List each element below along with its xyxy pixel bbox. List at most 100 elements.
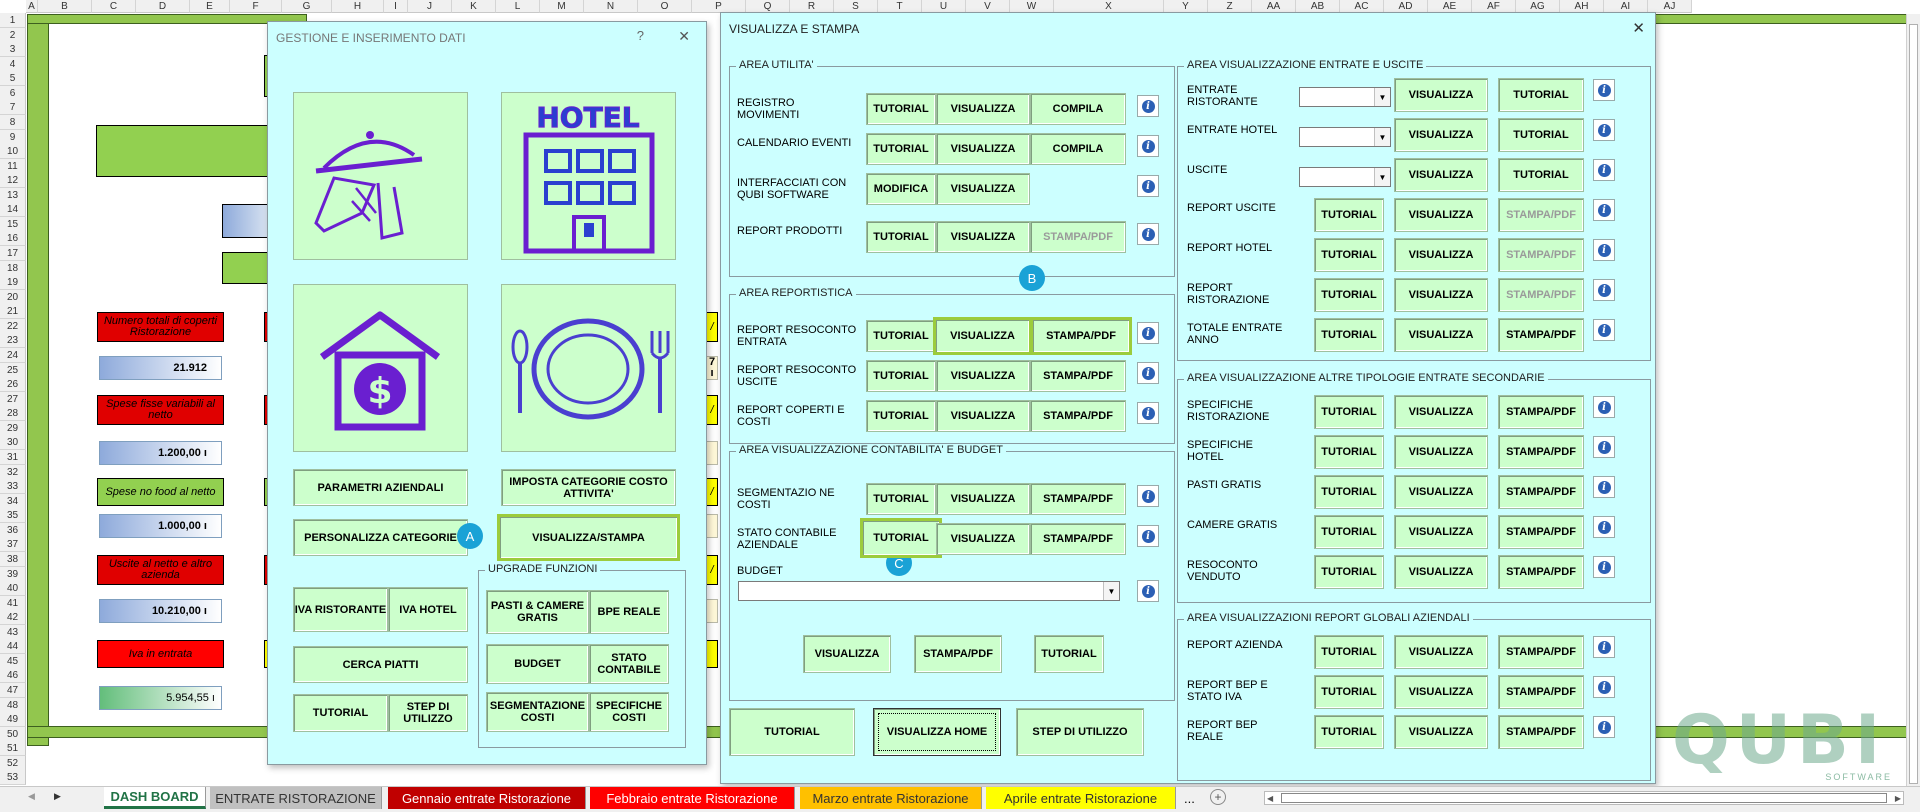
interfacciati-con-qubi-software-modifica-button[interactable]: MODIFICA xyxy=(866,173,936,205)
sheet-cell-uscite-value[interactable]: 10.210,00 ı xyxy=(99,599,222,623)
left-tutorial-button[interactable]: TUTORIAL xyxy=(293,694,388,732)
row-header[interactable]: 26 xyxy=(0,377,26,392)
sheet-tab-gennaio[interactable]: Gennaio entrate Ristorazione xyxy=(388,787,586,809)
sheet-tab-entrate-ristorazione[interactable]: ENTRATE RISTORAZIONE xyxy=(210,787,382,809)
stato-contabile-aziendale-stampa-pdf-button[interactable]: STAMPA/PDF xyxy=(1030,523,1126,555)
cerca-piatti-button[interactable]: CERCA PIATTI xyxy=(293,646,468,683)
column-header[interactable]: J xyxy=(408,0,452,13)
row-header[interactable]: 13 xyxy=(0,188,26,203)
column-header[interactable]: K xyxy=(452,0,496,13)
report-coperti-e-costi-visualizza-button[interactable]: VISUALIZZA xyxy=(936,400,1030,432)
pasti-gratis-stampa-button[interactable]: STAMPA/PDF xyxy=(1498,475,1584,509)
row-header[interactable]: 52 xyxy=(0,756,26,771)
stato-contabile-aziendale-visualizza-button[interactable]: VISUALIZZA xyxy=(936,523,1030,555)
entrate-hotel-tutorial-button[interactable]: TUTORIAL xyxy=(1498,118,1584,152)
row-header[interactable]: 53 xyxy=(0,770,26,785)
specifiche-hotel-info-button[interactable]: i xyxy=(1593,436,1615,458)
row-header[interactable]: 6 xyxy=(0,86,26,101)
calendario-eventi-info-button[interactable]: i xyxy=(1137,135,1159,157)
row-header[interactable]: 48 xyxy=(0,698,26,713)
specifiche-hotel-visualizza-button[interactable]: VISUALIZZA xyxy=(1394,435,1488,469)
report-coperti-e-costi-stampa-pdf-button[interactable]: STAMPA/PDF xyxy=(1030,400,1126,432)
row-header[interactable]: 43 xyxy=(0,625,26,640)
report-bep-e-stato-iva-stampa-button[interactable]: STAMPA/PDF xyxy=(1498,675,1584,709)
camere-gratis-tutorial-button[interactable]: TUTORIAL xyxy=(1314,515,1384,549)
add-sheet-button[interactable]: + xyxy=(1210,789,1226,805)
sheet-cell-coperti-label[interactable]: Numero totali di coperti Ristorazione xyxy=(97,312,224,342)
specifiche-costi-button[interactable]: SPECIFICHE COSTI xyxy=(589,692,669,732)
row-header[interactable]: 29 xyxy=(0,421,26,436)
entrate-ristorante-tutorial-button[interactable]: TUTORIAL xyxy=(1498,78,1584,112)
resoconto-venduto-info-button[interactable]: i xyxy=(1593,556,1615,578)
report-azienda-tutorial-button[interactable]: TUTORIAL xyxy=(1314,635,1384,669)
entrate-ristorante-visualizza-button[interactable]: VISUALIZZA xyxy=(1394,78,1488,112)
chevron-down-icon[interactable]: ▼ xyxy=(1374,168,1390,186)
column-header[interactable]: G xyxy=(282,0,332,13)
finance-tile-button[interactable]: $ xyxy=(293,284,468,452)
row-header[interactable]: 27 xyxy=(0,392,26,407)
pasti-gratis-visualizza-button[interactable]: VISUALIZZA xyxy=(1394,475,1488,509)
row-header[interactable]: 49 xyxy=(0,712,26,727)
camere-gratis-visualizza-button[interactable]: VISUALIZZA xyxy=(1394,515,1488,549)
registro-movimenti-visualizza-button[interactable]: VISUALIZZA xyxy=(936,93,1030,125)
row-header[interactable]: 45 xyxy=(0,654,26,669)
imposta-categorie-button[interactable]: IMPOSTA CATEGORIE COSTO ATTIVITA' xyxy=(501,469,676,506)
row-header[interactable]: 2 xyxy=(0,28,26,43)
segmentazione-costi-button[interactable]: SEGMENTAZIONE COSTI xyxy=(486,692,589,732)
totale-entrate-anno-tutorial-button[interactable]: TUTORIAL xyxy=(1314,318,1384,352)
iva-ristorante-button[interactable]: IVA RISTORANTE xyxy=(293,587,388,632)
row-header[interactable]: 23 xyxy=(0,333,26,348)
row-header[interactable]: 16 xyxy=(0,231,26,246)
report-coperti-e-costi-tutorial-button[interactable]: TUTORIAL xyxy=(866,400,936,432)
row-header[interactable]: 51 xyxy=(0,741,26,756)
row-header[interactable]: 35 xyxy=(0,508,26,523)
report-ristorazione-visualizza-button[interactable]: VISUALIZZA xyxy=(1394,278,1488,312)
entrate-ristorante-info-button[interactable]: i xyxy=(1593,79,1615,101)
sheet-cell-iva-value[interactable]: 5.954,55 ı xyxy=(99,686,222,710)
pasti-camere-gratis-button[interactable]: PASTI & CAMERE GRATIS xyxy=(486,590,589,634)
row-header[interactable]: 44 xyxy=(0,639,26,654)
row-header[interactable]: 33 xyxy=(0,479,26,494)
column-header[interactable]: H xyxy=(332,0,384,13)
specifiche-ristorazione-tutorial-button[interactable]: TUTORIAL xyxy=(1314,395,1384,429)
report-uscite-info-button[interactable]: i xyxy=(1593,199,1615,221)
column-header[interactable]: O xyxy=(638,0,692,13)
report-azienda-info-button[interactable]: i xyxy=(1593,636,1615,658)
row-header[interactable]: 14 xyxy=(0,202,26,217)
report-prodotti-stampa-pdf-button[interactable]: STAMPA/PDF xyxy=(1030,221,1126,253)
sheet-tab-marzo[interactable]: Marzo entrate Ristorazione xyxy=(800,787,982,809)
uscite-visualizza-button[interactable]: VISUALIZZA xyxy=(1394,158,1488,192)
totale-entrate-anno-stampa-button[interactable]: STAMPA/PDF xyxy=(1498,318,1584,352)
calendario-eventi-compila-button[interactable]: COMPILA xyxy=(1030,133,1126,165)
vertical-scrollbar[interactable] xyxy=(1906,14,1920,786)
row-header[interactable]: 42 xyxy=(0,610,26,625)
row-header[interactable]: 18 xyxy=(0,261,26,276)
tab-more[interactable]: ... xyxy=(1184,791,1195,806)
registro-movimenti-compila-button[interactable]: COMPILA xyxy=(1030,93,1126,125)
report-prodotti-tutorial-button[interactable]: TUTORIAL xyxy=(866,221,936,253)
report-hotel-info-button[interactable]: i xyxy=(1593,239,1615,261)
visualizza-home-button[interactable]: VISUALIZZA HOME xyxy=(873,708,1001,756)
sheet-tab-febbraio[interactable]: Febbraio entrate Ristorazione xyxy=(590,787,795,809)
report-azienda-stampa-button[interactable]: STAMPA/PDF xyxy=(1498,635,1584,669)
report-ristorazione-tutorial-button[interactable]: TUTORIAL xyxy=(1314,278,1384,312)
row-header[interactable]: 25 xyxy=(0,363,26,378)
specifiche-ristorazione-visualizza-button[interactable]: VISUALIZZA xyxy=(1394,395,1488,429)
row-header[interactable]: 5 xyxy=(0,71,26,86)
report-bep-reale-visualizza-button[interactable]: VISUALIZZA xyxy=(1394,715,1488,749)
row-header[interactable]: 39 xyxy=(0,567,26,582)
report-uscite-tutorial-button[interactable]: TUTORIAL xyxy=(1314,198,1384,232)
report-resoconto-entrata-stampa-pdf-button[interactable]: STAMPA/PDF xyxy=(1030,317,1132,355)
budget-button[interactable]: BUDGET xyxy=(486,644,589,684)
totale-entrate-anno-visualizza-button[interactable]: VISUALIZZA xyxy=(1394,318,1488,352)
uscite-info-button[interactable]: i xyxy=(1593,159,1615,181)
report-prodotti-visualizza-button[interactable]: VISUALIZZA xyxy=(936,221,1030,253)
specifiche-hotel-stampa-button[interactable]: STAMPA/PDF xyxy=(1498,435,1584,469)
sheet-cell-spese-fisse-value[interactable]: 1.200,00 ı xyxy=(99,441,222,465)
calendario-eventi-visualizza-button[interactable]: VISUALIZZA xyxy=(936,133,1030,165)
row-header[interactable]: 30 xyxy=(0,435,26,450)
specifiche-ristorazione-info-button[interactable]: i xyxy=(1593,396,1615,418)
iva-hotel-button[interactable]: IVA HOTEL xyxy=(388,587,468,632)
row-header[interactable]: 1 xyxy=(0,13,26,28)
camere-gratis-stampa-button[interactable]: STAMPA/PDF xyxy=(1498,515,1584,549)
